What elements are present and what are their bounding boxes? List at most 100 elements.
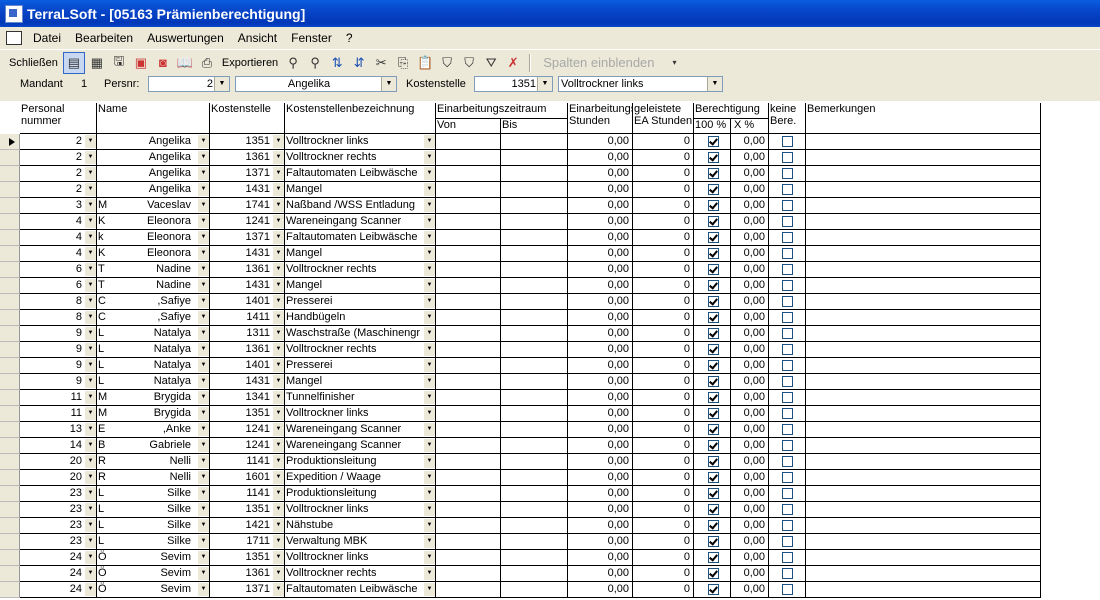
berechtigung-x-cell[interactable]: 0,00 — [731, 374, 769, 390]
cut-icon[interactable]: ✂ — [371, 53, 391, 73]
bis-cell[interactable] — [501, 326, 568, 342]
table-row[interactable]: 23 ▼ L Silke ▼ 1421 ▼ Nähstube ▼ 0,00 0 0,00 — [0, 518, 1100, 534]
chevron-down-icon[interactable]: ▼ — [424, 327, 435, 340]
berechtigung-100-cell[interactable] — [694, 134, 731, 150]
record-selector[interactable] — [0, 454, 20, 470]
chevron-down-icon[interactable]: ▼ — [198, 407, 209, 420]
bemerkungen-cell[interactable] — [806, 422, 1041, 438]
chevron-down-icon[interactable]: ▼ — [85, 279, 96, 292]
table-row[interactable]: 2 ▼ Angelika ▼ 1431 ▼ Mangel ▼ 0,00 0 0,00 — [0, 182, 1100, 198]
chevron-down-icon[interactable]: ▼ — [198, 327, 209, 340]
ea-stunden-cell[interactable]: 0 — [633, 230, 694, 246]
chevron-down-icon[interactable]: ▼ — [273, 487, 284, 500]
kostenstelle-name-combo[interactable]: Volltrockner links ▼ — [558, 76, 723, 92]
keine-berechtigung-cell[interactable] — [769, 262, 806, 278]
berechtigung-100-checkbox[interactable] — [708, 520, 719, 531]
bis-cell[interactable] — [501, 294, 568, 310]
kostenstellenbezeichnung-cell[interactable]: Presserei ▼ — [285, 358, 436, 374]
chevron-down-icon[interactable]: ▼ — [198, 535, 209, 548]
persnr-cell[interactable]: 24 ▼ — [20, 566, 97, 582]
berechtigung-100-checkbox[interactable] — [708, 536, 719, 547]
einarbeitungsstunden-cell[interactable]: 0,00 — [568, 198, 633, 214]
keine-berechtigung-checkbox[interactable] — [782, 440, 793, 451]
app-icon[interactable] — [5, 4, 23, 23]
von-cell[interactable] — [436, 422, 501, 438]
keine-berechtigung-checkbox[interactable] — [782, 456, 793, 467]
bemerkungen-cell[interactable] — [806, 486, 1041, 502]
berechtigung-100-checkbox[interactable] — [708, 488, 719, 499]
document-menu-icon[interactable] — [6, 30, 22, 45]
table-row[interactable]: 11 ▼ M Brygida ▼ 1341 ▼ Tunnelfinisher ▼ 0,00 0 0,0… — [0, 390, 1100, 406]
paste-icon[interactable]: 📋 — [415, 53, 435, 73]
berechtigung-100-checkbox[interactable] — [708, 216, 719, 227]
record-selector[interactable] — [0, 518, 20, 534]
chevron-down-icon[interactable]: ▼ — [198, 359, 209, 372]
keine-berechtigung-cell[interactable] — [769, 230, 806, 246]
menu-help[interactable]: ? — [339, 31, 360, 45]
kostenstelle-cell[interactable]: 1241 ▼ — [210, 214, 285, 230]
von-cell[interactable] — [436, 502, 501, 518]
chevron-down-icon[interactable]: ▼ — [424, 567, 435, 580]
chevron-down-icon[interactable]: ▼ — [198, 439, 209, 452]
bis-cell[interactable] — [501, 390, 568, 406]
chevron-down-icon[interactable]: ▼ — [424, 407, 435, 420]
kostenstellenbezeichnung-cell[interactable]: Faltautomaten Leibwäsche ▼ — [285, 230, 436, 246]
table-row[interactable]: 2 ▼ Angelika ▼ 1351 ▼ Volltrockner links ▼ 0,00 0… — [0, 134, 1100, 150]
persnr-cell[interactable]: 8 ▼ — [20, 310, 97, 326]
keine-berechtigung-cell[interactable] — [769, 422, 806, 438]
table-row[interactable]: 4 ▼ K Eleonora ▼ 1431 ▼ Mangel ▼ 0,00 0 0,00 — [0, 246, 1100, 262]
von-cell[interactable] — [436, 582, 501, 598]
name-cell[interactable]: Angelika ▼ — [97, 134, 210, 150]
keine-berechtigung-checkbox[interactable] — [782, 280, 793, 291]
berechtigung-x-cell[interactable]: 0,00 — [731, 390, 769, 406]
keine-berechtigung-cell[interactable] — [769, 134, 806, 150]
keine-berechtigung-cell[interactable] — [769, 278, 806, 294]
berechtigung-100-checkbox[interactable] — [708, 232, 719, 243]
keine-berechtigung-cell[interactable] — [769, 150, 806, 166]
berechtigung-x-cell[interactable]: 0,00 — [731, 550, 769, 566]
sort-descending-icon[interactable]: ⇵ — [349, 53, 369, 73]
col-header-bemerkungen[interactable]: Bemerkungen — [806, 103, 1041, 134]
col-header-x-percent[interactable]: X % — [731, 119, 769, 134]
bemerkungen-cell[interactable] — [806, 182, 1041, 198]
table-row[interactable]: 2 ▼ Angelika ▼ 1371 ▼ Faltautomaten Leibwäsche… — [0, 166, 1100, 182]
kostenstelle-cell[interactable]: 1741 ▼ — [210, 198, 285, 214]
table-row[interactable]: 24 ▼ Ö Sevim ▼ 1361 ▼ Volltrockner rechts ▼ 0,00 0… — [0, 566, 1100, 582]
chevron-down-icon[interactable]: ▼ — [198, 279, 209, 292]
chevron-down-icon[interactable]: ▼ — [273, 551, 284, 564]
berechtigung-x-cell[interactable]: 0,00 — [731, 486, 769, 502]
berechtigung-100-cell[interactable] — [694, 566, 731, 582]
chevron-down-icon[interactable]: ▼ — [198, 215, 209, 228]
persnr-combo[interactable]: 2 ▼ — [148, 76, 230, 92]
table-row[interactable]: 8 ▼ C ,Safiye ▼ 1401 ▼ Presserei ▼ 0,00 0 0,00 — [0, 294, 1100, 310]
chevron-down-icon[interactable]: ▼ — [424, 199, 435, 212]
chevron-down-icon[interactable]: ▼ — [85, 247, 96, 260]
record-selector[interactable] — [0, 246, 20, 262]
keine-berechtigung-cell[interactable] — [769, 518, 806, 534]
chevron-down-icon[interactable]: ▼ — [273, 455, 284, 468]
chevron-down-icon[interactable]: ▼ — [424, 311, 435, 324]
persnr-cell[interactable]: 11 ▼ — [20, 390, 97, 406]
bemerkungen-cell[interactable] — [806, 566, 1041, 582]
berechtigung-100-cell[interactable] — [694, 262, 731, 278]
chevron-down-icon[interactable]: ▼ — [85, 263, 96, 276]
chevron-down-icon[interactable]: ▼ — [273, 503, 284, 516]
kostenstelle-cell[interactable]: 1241 ▼ — [210, 438, 285, 454]
ea-stunden-cell[interactable]: 0 — [633, 246, 694, 262]
bis-cell[interactable] — [501, 566, 568, 582]
berechtigung-100-checkbox[interactable] — [708, 408, 719, 419]
persnr-cell[interactable]: 8 ▼ — [20, 294, 97, 310]
einarbeitungsstunden-cell[interactable]: 0,00 — [568, 486, 633, 502]
einarbeitungsstunden-cell[interactable]: 0,00 — [568, 214, 633, 230]
keine-berechtigung-checkbox[interactable] — [782, 232, 793, 243]
berechtigung-100-cell[interactable] — [694, 166, 731, 182]
bis-cell[interactable] — [501, 406, 568, 422]
berechtigung-100-cell[interactable] — [694, 582, 731, 598]
berechtigung-100-cell[interactable] — [694, 486, 731, 502]
save-icon[interactable]: 🖫 — [109, 53, 129, 73]
bemerkungen-cell[interactable] — [806, 278, 1041, 294]
chevron-down-icon[interactable]: ▼ — [424, 231, 435, 244]
chevron-down-icon[interactable]: ▼ — [85, 551, 96, 564]
menu-datei[interactable]: Datei — [26, 31, 68, 45]
keine-berechtigung-cell[interactable] — [769, 566, 806, 582]
